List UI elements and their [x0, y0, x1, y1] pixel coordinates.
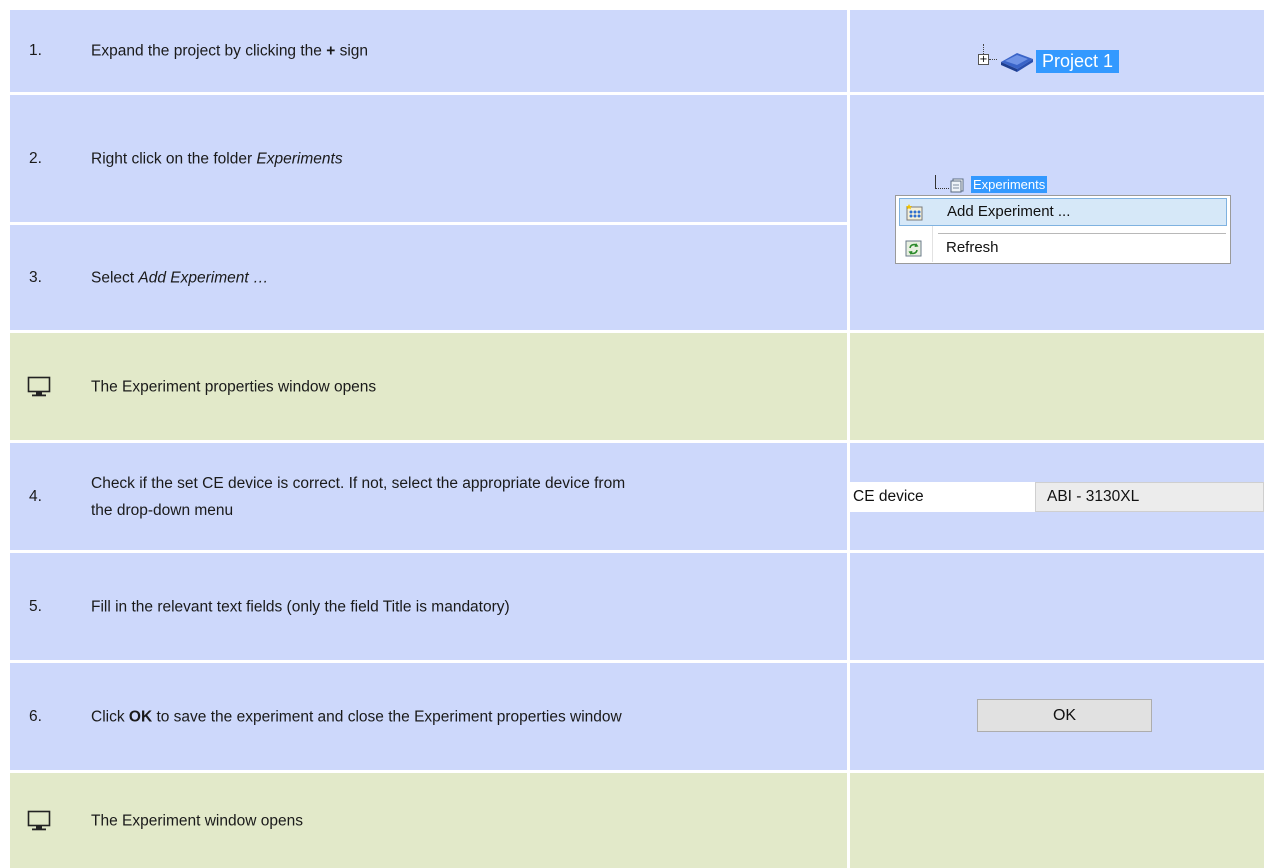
step-row-6: 6. Click OK to save the experiment and c… — [10, 663, 1264, 770]
step-number: 6. — [29, 707, 42, 725]
step-number: 2. — [29, 149, 42, 167]
expand-icon[interactable]: + — [978, 54, 989, 65]
menu-item-add-experiment[interactable]: Add Experiment ... — [899, 198, 1227, 226]
ce-device-field: CE device ABI - 3130XL — [850, 482, 1264, 512]
step-row-4: 4. Check if the set CE device is correct… — [10, 443, 1264, 550]
menu-item-refresh[interactable]: Refresh — [899, 235, 1227, 263]
step-row-2-3: 2. Right click on the folder Experiments… — [10, 95, 1264, 330]
refresh-icon — [905, 240, 922, 257]
ok-button[interactable]: OK — [977, 699, 1152, 732]
step-number: 5. — [29, 597, 42, 615]
ce-device-label: CE device — [850, 482, 1035, 512]
result-text: The Experiment properties window opens — [91, 378, 377, 395]
step-text: Fill in the relevant text fields (only t… — [91, 598, 510, 615]
step-row-1: 1. Expand the project by clicking the + … — [10, 10, 1264, 92]
menu-separator — [938, 233, 1226, 234]
ce-device-select[interactable]: ABI - 3130XL — [1035, 482, 1264, 512]
step-text: Select Add Experiment … — [91, 269, 269, 286]
monitor-icon — [27, 810, 51, 830]
result-row-1: The Experiment properties window opens — [10, 333, 1264, 440]
step-row-5: 5. Fill in the relevant text fields (onl… — [10, 553, 1264, 660]
step-number: 3. — [29, 268, 42, 286]
step-text: Right click on the folder Experiments — [91, 150, 343, 167]
menu-item-label: Add Experiment ... — [947, 203, 1071, 220]
step-text: Expand the project by clicking the + sig… — [91, 42, 369, 60]
result-text: The Experiment window opens — [91, 812, 303, 829]
project-label[interactable]: Project 1 — [1036, 50, 1120, 73]
monitor-icon — [27, 376, 51, 396]
step-text: Click OK to save the experiment and clos… — [91, 708, 622, 725]
add-experiment-icon — [906, 204, 923, 221]
context-menu: Add Experiment ... Refresh — [895, 195, 1231, 264]
folder-icon — [950, 178, 964, 193]
menu-item-label: Refresh — [946, 239, 999, 256]
experiments-folder-label[interactable]: Experiments — [971, 176, 1048, 193]
project-book-icon — [1001, 53, 1033, 72]
step-text: Check if the set CE device is correct. I… — [91, 474, 626, 519]
result-row-2: The Experiment window opens — [10, 773, 1264, 868]
step-number: 1. — [29, 42, 42, 59]
step-number: 4. — [29, 487, 42, 505]
